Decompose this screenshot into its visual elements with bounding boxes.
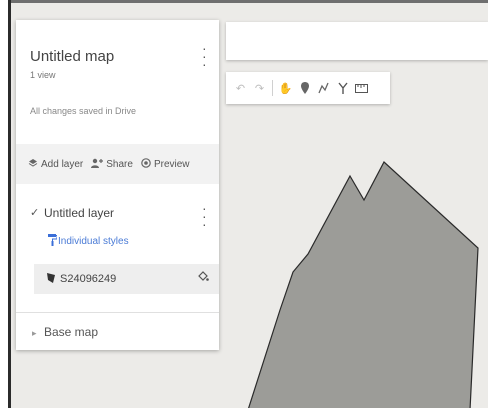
marker-icon[interactable] xyxy=(296,77,313,99)
toolbar-divider xyxy=(272,80,273,96)
preview-label: Preview xyxy=(153,158,190,170)
layer-name[interactable]: Untitled layer xyxy=(44,206,114,220)
view-count: 1 view xyxy=(30,70,56,80)
draw-line-icon[interactable] xyxy=(315,77,332,99)
undo-icon[interactable]: ↶ xyxy=(232,77,249,99)
map-side-panel: Untitled map 1 view All changes saved in… xyxy=(16,20,219,350)
search-box[interactable] xyxy=(226,22,488,60)
feature-row[interactable]: S24096249 xyxy=(34,264,219,294)
map-header: Untitled map 1 view All changes saved in… xyxy=(16,20,219,144)
map-title[interactable]: Untitled map xyxy=(30,48,114,65)
redo-icon[interactable]: ↷ xyxy=(251,77,268,99)
base-map-label[interactable]: Base map xyxy=(44,325,98,339)
share-button[interactable]: Share xyxy=(91,158,133,171)
feature-name: S24096249 xyxy=(60,273,117,285)
layers-icon xyxy=(28,158,38,171)
individual-styles-link[interactable]: Individual styles xyxy=(58,236,129,247)
map-toolbar: ↶ ↷ ✋ xyxy=(226,72,390,104)
polygon-icon xyxy=(46,272,56,287)
hand-icon[interactable]: ✋ xyxy=(277,77,294,99)
search-input[interactable] xyxy=(226,22,488,60)
save-status: All changes saved in Drive xyxy=(30,106,137,116)
route-icon[interactable] xyxy=(334,77,351,99)
layer-checkbox[interactable]: ✓ xyxy=(30,206,39,219)
window-left-border xyxy=(8,0,11,408)
paint-roller-icon xyxy=(48,234,58,249)
preview-button[interactable]: Preview xyxy=(141,157,190,171)
window-top-border xyxy=(8,0,488,3)
expand-arrow-icon[interactable]: ▸ xyxy=(32,328,37,339)
share-label: Share xyxy=(106,158,133,170)
add-person-icon xyxy=(91,158,104,171)
map-options-icon[interactable]: · · · xyxy=(202,41,207,71)
ruler-icon[interactable] xyxy=(353,77,370,99)
divider xyxy=(16,312,219,313)
layer-options-icon[interactable]: · · · xyxy=(202,201,207,231)
map-polygon[interactable] xyxy=(248,161,479,408)
add-layer-button[interactable]: Add layer xyxy=(28,158,83,171)
add-layer-label: Add layer xyxy=(41,158,84,170)
preview-icon xyxy=(141,157,151,171)
paint-bucket-icon[interactable] xyxy=(198,271,209,285)
panel-actions: Add layer Share Preview xyxy=(16,144,219,184)
